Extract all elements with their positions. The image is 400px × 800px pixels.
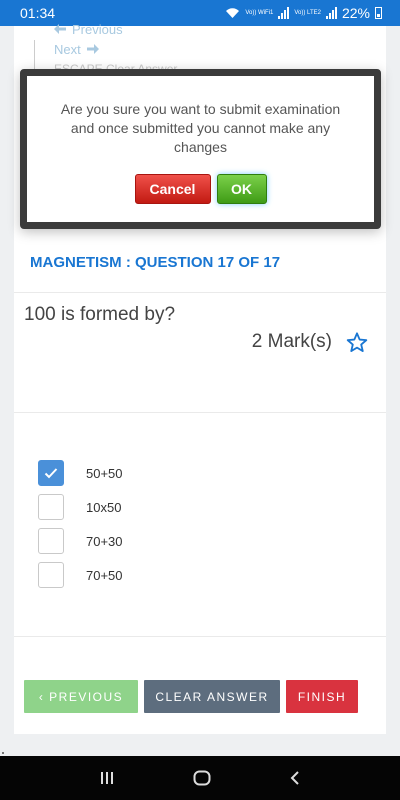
clear-answer-button[interactable]: CLEAR ANSWER	[144, 680, 280, 713]
option-label: 10x50	[86, 499, 122, 515]
action-bar: ‹ PREVIOUS CLEAR ANSWER FINISH	[24, 680, 358, 713]
ok-button[interactable]: OK	[216, 174, 267, 204]
divider	[14, 292, 386, 293]
checkbox[interactable]	[38, 562, 64, 588]
option-3[interactable]: 70+30	[38, 524, 123, 558]
options-list: 50+50 10x50 70+30 70+50	[38, 456, 123, 592]
wifi-label: Vo)) WiFi1	[245, 10, 274, 16]
system-nav-bar	[0, 756, 400, 800]
status-icons: Vo)) WiFi1 Vo)) LTE2 22%	[225, 5, 382, 21]
previous-button[interactable]: ‹ PREVIOUS	[24, 680, 138, 713]
status-time: 01:34	[20, 5, 56, 21]
star-icon[interactable]	[346, 331, 368, 353]
option-4[interactable]: 70+50	[38, 558, 123, 592]
signal-icon-2	[325, 7, 337, 19]
question-heading: MAGNETISM : QUESTION 17 OF 17	[30, 254, 281, 271]
arrow-right-icon	[86, 44, 99, 54]
checkbox[interactable]	[38, 528, 64, 554]
divider	[14, 636, 386, 637]
cancel-button[interactable]: Cancel	[134, 174, 211, 204]
check-icon	[44, 468, 58, 479]
previous-link[interactable]: Previous	[54, 19, 177, 39]
wifi-icon	[226, 8, 240, 18]
battery-icon	[375, 7, 382, 19]
next-link[interactable]: Next	[54, 39, 177, 59]
checkbox-checked[interactable]	[38, 460, 64, 486]
home-icon[interactable]	[193, 770, 211, 786]
arrow-left-icon	[54, 24, 66, 34]
marks: 2 Mark(s)	[252, 331, 368, 353]
option-2[interactable]: 10x50	[38, 490, 123, 524]
marks-label: 2 Mark(s)	[251, 331, 332, 352]
checkbox[interactable]	[38, 494, 64, 520]
battery-percent: 22%	[341, 5, 370, 21]
dialog-message: Are you sure you want to submit examinat…	[60, 101, 341, 155]
finish-button[interactable]: FINISH	[286, 680, 358, 713]
option-label: 70+50	[86, 567, 123, 583]
option-1[interactable]: 50+50	[38, 456, 123, 490]
question-text: 100 is formed by?	[24, 304, 176, 325]
option-label: 50+50	[86, 465, 123, 481]
lte-label: Vo)) LTE2	[294, 10, 321, 16]
edge-dot	[2, 752, 4, 754]
signal-icon-1	[278, 7, 290, 19]
dialog-buttons: Cancel OK	[27, 174, 374, 204]
option-label: 70+30	[86, 533, 123, 549]
recent-apps-icon[interactable]	[99, 771, 115, 785]
submit-confirm-dialog: Are you sure you want to submit examinat…	[20, 69, 381, 229]
back-icon[interactable]	[289, 770, 301, 786]
divider	[14, 412, 386, 413]
